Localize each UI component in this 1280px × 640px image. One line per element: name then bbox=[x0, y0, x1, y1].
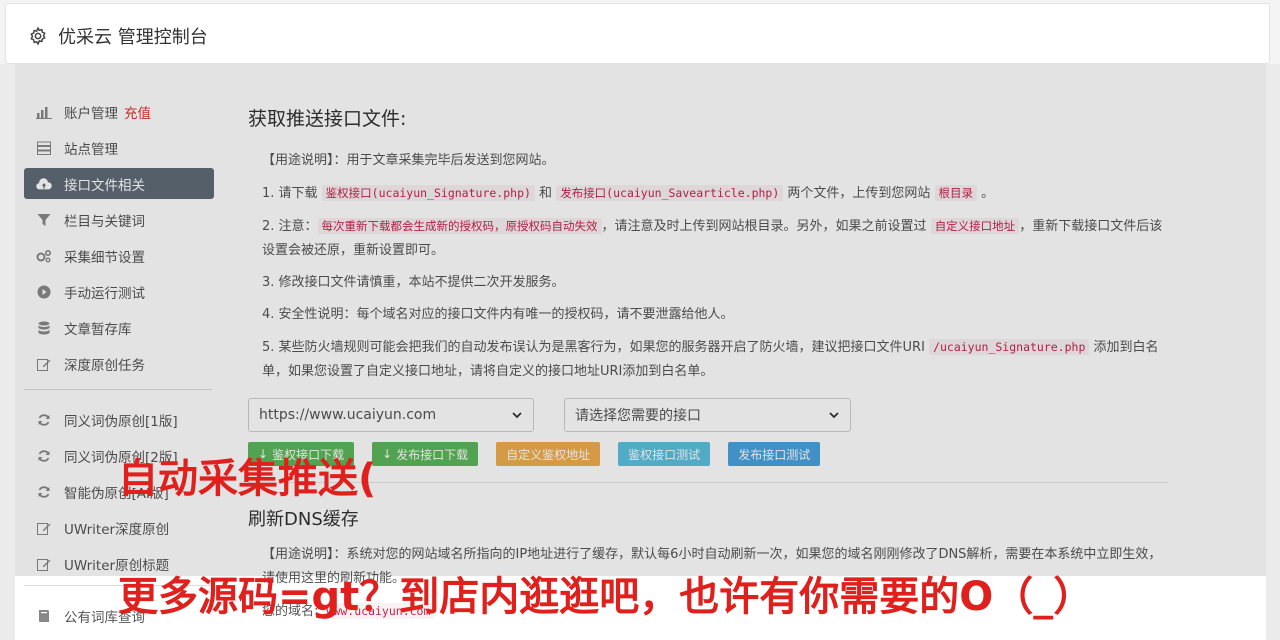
content-area: 获取推送接口文件: 【用途说明】：用于文章采集完毕后发送到您网站。 1. 请下载… bbox=[248, 100, 1168, 632]
select-row: https://www.ucaiyun.com 请选择您需要的接口 bbox=[248, 398, 1168, 432]
note-4: 4. 安全性说明：每个域名对应的接口文件内有唯一的授权码，请不要泄露给他人。 bbox=[262, 307, 734, 322]
section-divider bbox=[248, 482, 1168, 483]
cogs-icon bbox=[36, 248, 52, 264]
note-text: 1. 请下载 bbox=[262, 186, 322, 201]
filter-icon bbox=[36, 212, 52, 228]
sidebar-item-label: 文章暂存库 bbox=[64, 321, 132, 338]
code-signature-uri: /ucaiyun_Signature.php bbox=[929, 339, 1090, 355]
sidebar-item-account[interactable]: 账户管理 充值 bbox=[24, 96, 214, 127]
code-custom-address: 自定义接口地址 bbox=[930, 218, 1020, 234]
bar-chart-icon bbox=[36, 104, 52, 120]
note-text: 5. 某些防火墙规则可能会把我们的自动发布误认为是黑客行为，如果您的服务器开启了… bbox=[262, 340, 930, 355]
api-select[interactable]: 请选择您需要的接口 bbox=[564, 398, 851, 432]
recharge-link[interactable]: 充值 bbox=[124, 102, 151, 122]
refresh-icon bbox=[36, 412, 52, 428]
sidebar: 账户管理 充值 站点管理 接口文件相关 栏目与关键词 采集细节设置 手动运行测试… bbox=[24, 96, 214, 636]
button-label: 发布接口测试 bbox=[738, 447, 811, 462]
button-label: 鉴权接口测试 bbox=[628, 447, 701, 462]
usage-note: 【用途说明】：用于文章采集完毕后发送到您网站。 bbox=[262, 149, 1168, 173]
book-icon bbox=[36, 608, 52, 624]
note-2: 2. 注意： 每次重新下载都会生成新的授权码，原授权码自动失效 ，请注意及时上传到网… bbox=[262, 214, 1168, 263]
sidebar-item-label: UWriter深度原创 bbox=[64, 521, 170, 538]
sidebar-item-label: 同义词伪原创[1版] bbox=[64, 413, 178, 430]
note-text: ，请注意及时上传到网站根目录。另外，如果之前设置过 bbox=[601, 219, 931, 234]
server-icon bbox=[36, 140, 52, 156]
site-select[interactable]: https://www.ucaiyun.com bbox=[248, 398, 534, 432]
code-root-dir: 根目录 bbox=[934, 185, 978, 201]
database-icon bbox=[36, 320, 52, 336]
sidebar-item-api-files[interactable]: 接口文件相关 bbox=[24, 168, 214, 199]
note-text: 2. 注意： bbox=[262, 219, 318, 234]
gear-icon bbox=[30, 26, 46, 46]
publish-download-button[interactable]: ↓ 发布接口下载 bbox=[372, 442, 479, 466]
usage-label: 【用途说明】 bbox=[262, 153, 334, 168]
note-text: 。 bbox=[977, 186, 995, 201]
note-1: 1. 请下载 鉴权接口(ucaiyun_Signature.php) 和 发布接… bbox=[262, 181, 1168, 206]
button-label: 发布接口下载 bbox=[396, 447, 469, 462]
code-publish-file: 发布接口(ucaiyun_Savearticle.php) bbox=[556, 185, 784, 201]
sidebar-item-columns-keywords[interactable]: 栏目与关键词 bbox=[24, 204, 214, 235]
dns-section-title: 刷新DNS缓存 bbox=[248, 509, 359, 530]
button-label: 自定义鉴权地址 bbox=[506, 447, 591, 462]
play-circle-icon bbox=[36, 284, 52, 300]
publish-test-button[interactable]: 发布接口测试 bbox=[728, 442, 821, 466]
note-text: 两个文件，上传到您网站 bbox=[783, 186, 935, 201]
sidebar-item-collect-settings[interactable]: 采集细节设置 bbox=[24, 240, 214, 271]
site-select-value: https://www.ucaiyun.com bbox=[259, 407, 437, 423]
download-icon: ↓ bbox=[382, 447, 393, 461]
sign-test-button[interactable]: 鉴权接口测试 bbox=[618, 442, 711, 466]
note-text: 和 bbox=[534, 186, 557, 201]
refresh-icon bbox=[36, 484, 52, 500]
code-sign-file: 鉴权接口(ucaiyun_Signature.php) bbox=[321, 185, 535, 201]
edit-icon bbox=[36, 356, 52, 372]
note-3: 3. 修改接口文件请慎重，本站不提供二次开发服务。 bbox=[262, 275, 565, 290]
sidebar-item-label: 采集细节设置 bbox=[64, 249, 145, 266]
edit-icon bbox=[36, 520, 52, 536]
sidebar-item-label: 账户管理 bbox=[64, 105, 118, 122]
chevron-down-icon bbox=[512, 412, 522, 419]
watermark-line-1: 自动采集推送( bbox=[118, 456, 377, 502]
watermark-line-2: 更多源码=gt？到店内逛逛吧，也许有你需要的O（_） bbox=[118, 574, 1094, 620]
sidebar-item-manual-run[interactable]: 手动运行测试 bbox=[24, 276, 214, 307]
sidebar-item-label: 深度原创任务 bbox=[64, 357, 145, 374]
top-bar: 优采云 管理控制台 bbox=[0, 0, 1280, 64]
sidebar-item-deep-original[interactable]: 深度原创任务 bbox=[24, 348, 214, 379]
button-row: ↓ 鉴权接口下载 ↓ 发布接口下载 自定义鉴权地址 鉴权接口测试 发布接口测试 bbox=[248, 442, 1168, 466]
sidebar-item-label: 栏目与关键词 bbox=[64, 213, 145, 230]
page-title: 获取推送接口文件: bbox=[248, 108, 407, 130]
code-regenerate-warning: 每次重新下载都会生成新的授权码，原授权码自动失效 bbox=[317, 218, 602, 234]
note-5: 5. 某些防火墙规则可能会把我们的自动发布误认为是黑客行为，如果您的服务器开启了… bbox=[262, 335, 1168, 384]
usage-text: ：用于文章采集完毕后发送到您网站。 bbox=[333, 153, 555, 168]
sidebar-item-label: 手动运行测试 bbox=[64, 285, 145, 302]
refresh-icon bbox=[36, 448, 52, 464]
brand: 优采云 管理控制台 bbox=[28, 23, 208, 49]
app-title: 优采云 管理控制台 bbox=[58, 27, 208, 48]
sidebar-divider bbox=[24, 389, 212, 390]
sidebar-item-article-store[interactable]: 文章暂存库 bbox=[24, 312, 214, 343]
sidebar-item-synonym-v1[interactable]: 同义词伪原创[1版] bbox=[24, 404, 214, 435]
sidebar-item-label: 站点管理 bbox=[64, 141, 118, 158]
edit-icon bbox=[36, 556, 52, 572]
sidebar-item-label: 接口文件相关 bbox=[64, 177, 145, 194]
chevron-down-icon bbox=[829, 412, 839, 419]
header-card: 优采云 管理控制台 bbox=[5, 3, 1270, 64]
sidebar-item-sites[interactable]: 站点管理 bbox=[24, 132, 214, 163]
api-select-value: 请选择您需要的接口 bbox=[575, 408, 701, 424]
sidebar-item-uwriter-deep[interactable]: UWriter深度原创 bbox=[24, 512, 214, 543]
custom-sign-address-button[interactable]: 自定义鉴权地址 bbox=[496, 442, 601, 466]
cloud-upload-icon bbox=[36, 176, 52, 192]
